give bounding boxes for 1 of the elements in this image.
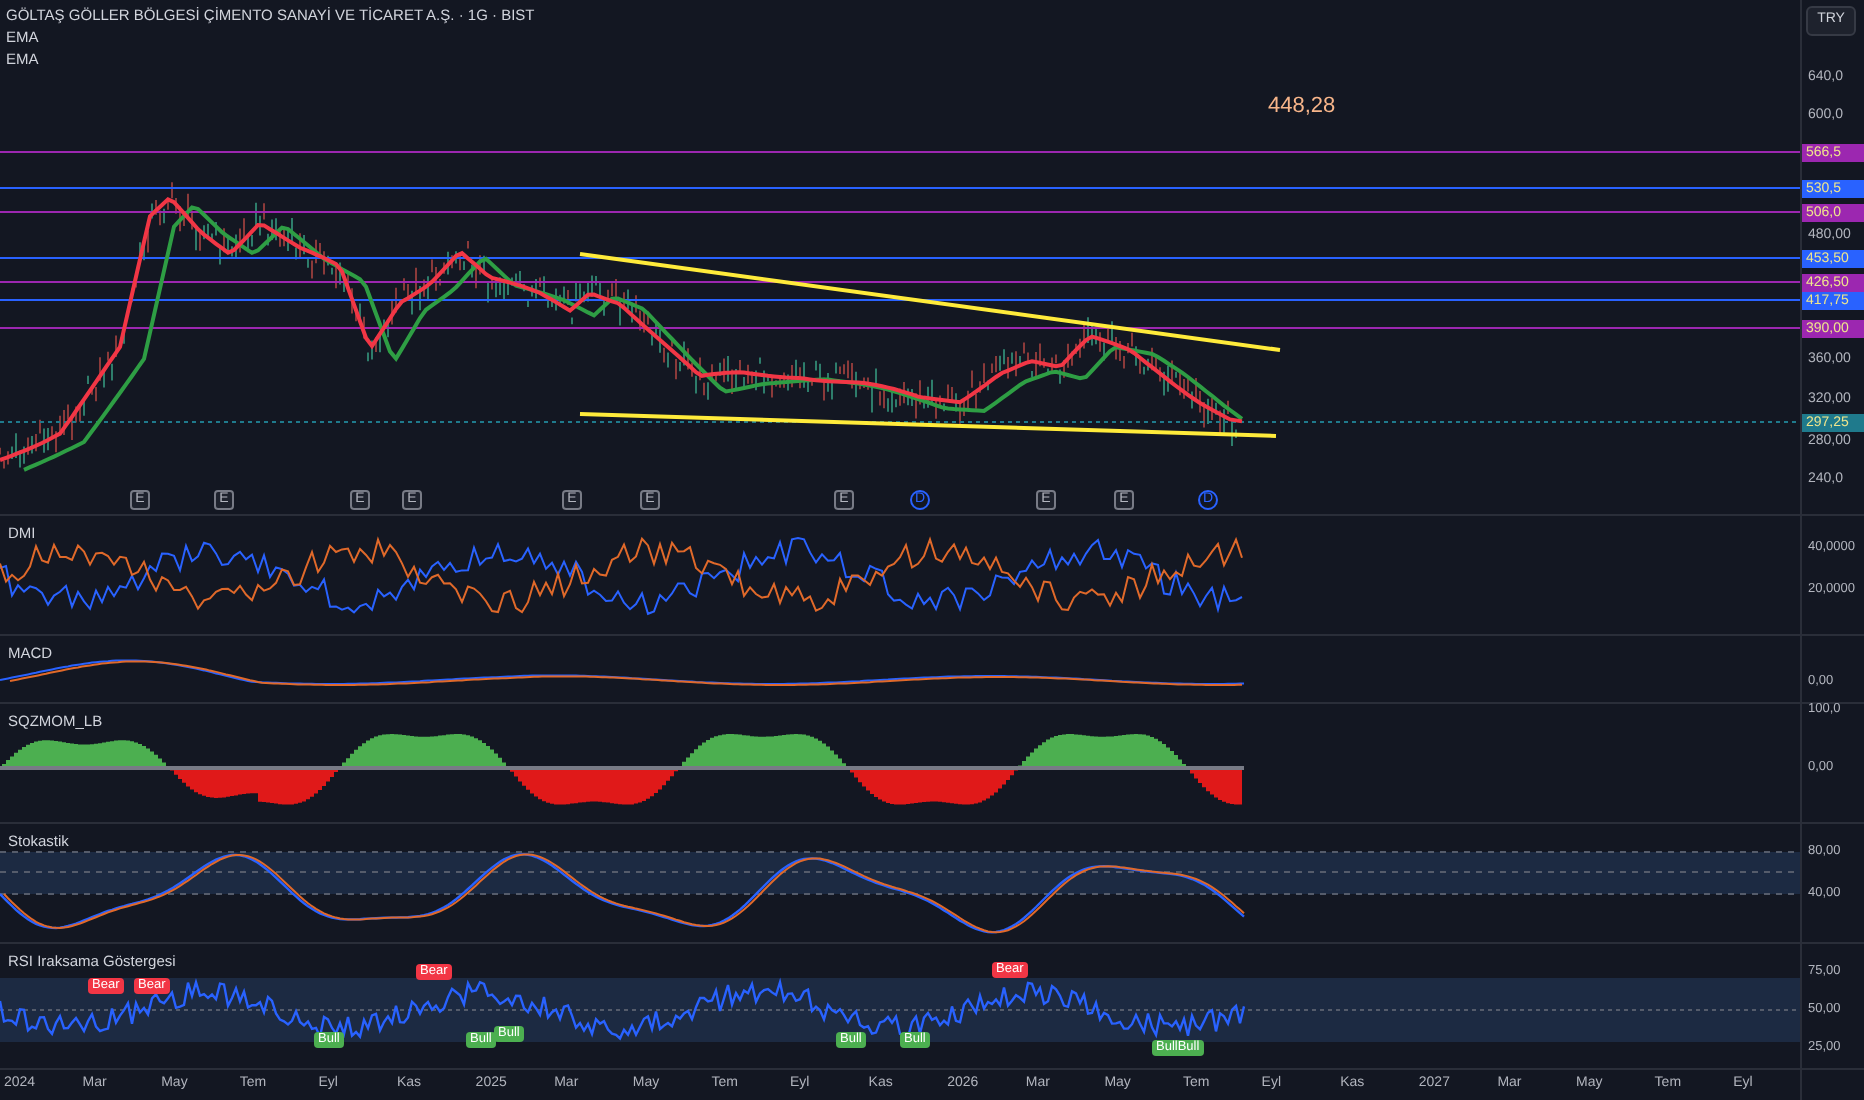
price-annotation: 448,28 — [1268, 92, 1336, 122]
